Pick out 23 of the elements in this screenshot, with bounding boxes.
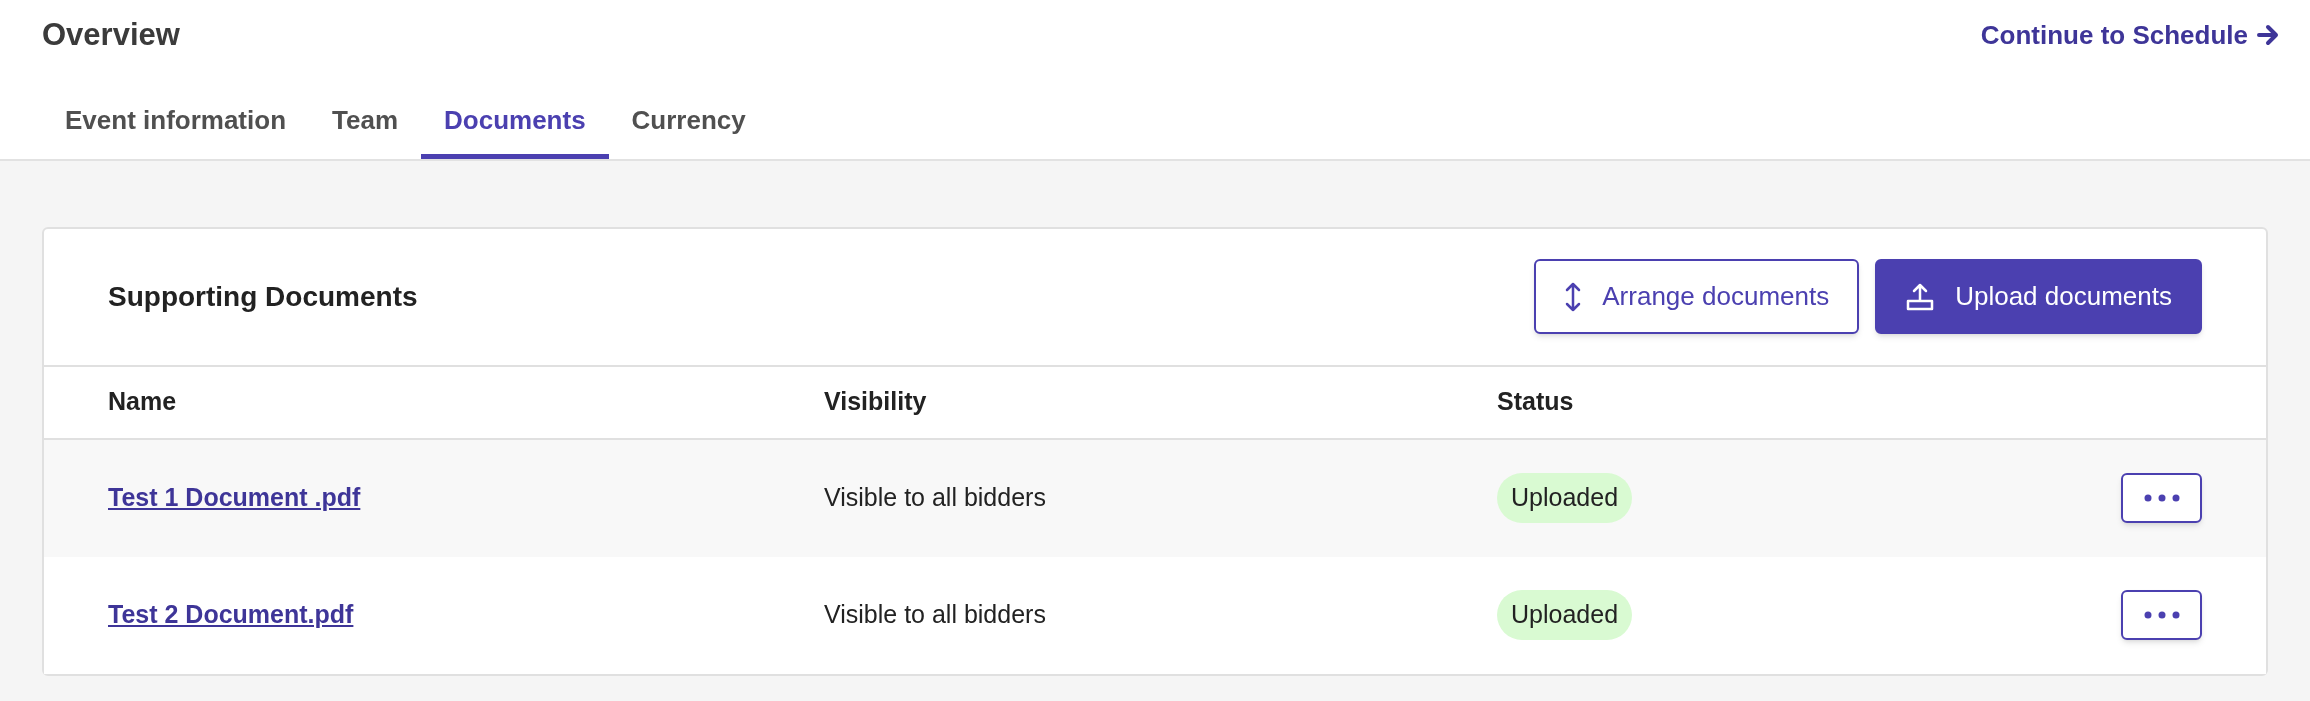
visibility-text: Visible to all bidders	[824, 600, 1046, 629]
more-button[interactable]	[2121, 590, 2202, 640]
upload-icon	[1905, 281, 1936, 312]
upload-button[interactable]: Upload documents	[1875, 259, 2202, 334]
continue-link[interactable]: Continue to Schedule	[1980, 15, 2280, 55]
more-button[interactable]	[2121, 473, 2202, 523]
document-link[interactable]: Test 1 Document .pdf	[108, 483, 361, 512]
tab[interactable]: Documents	[421, 100, 609, 159]
document-link[interactable]: Test 2 Document.pdf	[108, 600, 354, 629]
tab[interactable]: Currency	[608, 100, 769, 159]
column-header: Status	[1497, 387, 1574, 416]
status-badge: Uploaded	[1497, 473, 1633, 523]
page-title: Overview	[42, 16, 180, 54]
arrange-button[interactable]: Arrange documents	[1534, 259, 1860, 334]
vertical-arrows-icon	[1564, 281, 1583, 312]
tab[interactable]: Event information	[42, 100, 309, 159]
tab[interactable]: Team	[309, 100, 421, 159]
visibility-text: Visible to all bidders	[824, 483, 1046, 512]
column-header: Name	[108, 387, 177, 416]
status-badge: Uploaded	[1497, 590, 1633, 640]
card-title: Supporting Documents	[108, 279, 418, 314]
column-header: Visibility	[824, 387, 927, 416]
arrow-right-icon	[2256, 23, 2280, 48]
